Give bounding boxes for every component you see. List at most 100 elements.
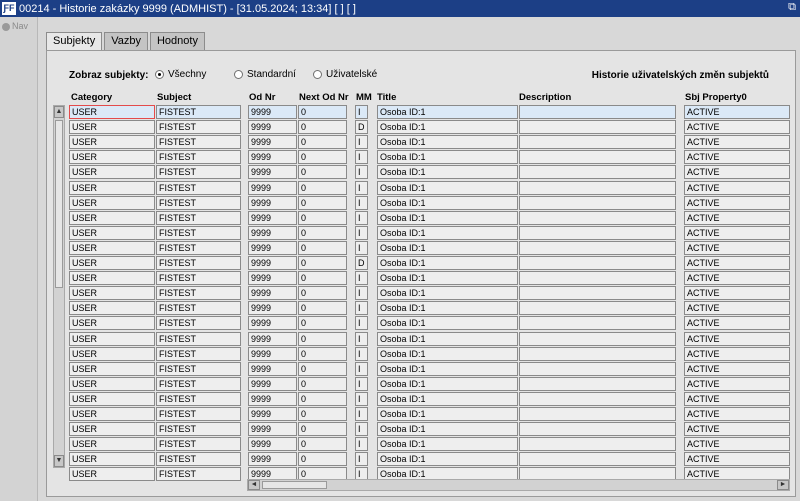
cell-subject[interactable]: FISTEST xyxy=(156,452,241,467)
cell-od-nr[interactable]: 9999 xyxy=(248,376,297,391)
cell-title[interactable]: Osoba ID:1 xyxy=(377,165,518,180)
cell-category[interactable]: USER xyxy=(69,316,155,331)
cell-od-nr[interactable]: 9999 xyxy=(248,195,297,210)
cell-subject[interactable]: FISTEST xyxy=(156,225,241,240)
cell-sbj-property0[interactable]: ACTIVE xyxy=(684,256,790,270)
cell-subject[interactable]: FISTEST xyxy=(156,271,241,286)
cell-category[interactable]: USER xyxy=(69,361,155,376)
cell-category[interactable]: USER xyxy=(69,195,155,210)
cell-description[interactable] xyxy=(519,256,676,270)
cell-description[interactable] xyxy=(519,437,676,452)
cell-category[interactable]: USER xyxy=(69,135,155,150)
cell-description[interactable] xyxy=(519,422,676,437)
cell-title[interactable]: Osoba ID:1 xyxy=(377,437,518,452)
cell-category[interactable]: USER xyxy=(69,467,155,482)
cell-sbj-property0[interactable]: ACTIVE xyxy=(684,180,790,195)
cell-subject[interactable]: FISTEST xyxy=(156,120,241,135)
cell-description[interactable] xyxy=(519,225,676,240)
cell-category[interactable]: USER xyxy=(69,105,155,119)
scroll-right-icon[interactable]: ► xyxy=(777,480,789,490)
filter-option-user[interactable]: Uživatelské xyxy=(313,69,377,80)
cell-next-od-nr[interactable]: 0 xyxy=(298,407,347,421)
cell-subject[interactable]: FISTEST xyxy=(156,105,241,119)
cell-title[interactable]: Osoba ID:1 xyxy=(377,331,518,346)
cell-subject[interactable]: FISTEST xyxy=(156,331,241,346)
cell-title[interactable]: Osoba ID:1 xyxy=(377,225,518,240)
cell-description[interactable] xyxy=(519,240,676,255)
cell-title[interactable]: Osoba ID:1 xyxy=(377,180,518,195)
cell-mm[interactable]: I xyxy=(355,316,368,331)
cell-mm[interactable]: I xyxy=(355,271,368,286)
cell-category[interactable]: USER xyxy=(69,331,155,346)
cell-next-od-nr[interactable]: 0 xyxy=(298,286,347,301)
cell-od-nr[interactable]: 9999 xyxy=(248,316,297,331)
cell-mm[interactable]: I xyxy=(355,361,368,376)
cell-next-od-nr[interactable]: 0 xyxy=(298,180,347,195)
cell-next-od-nr[interactable]: 0 xyxy=(298,165,347,180)
cell-next-od-nr[interactable]: 0 xyxy=(298,225,347,240)
scroll-left-icon[interactable]: ◄ xyxy=(248,480,260,490)
cell-category[interactable]: USER xyxy=(69,165,155,180)
cell-sbj-property0[interactable]: ACTIVE xyxy=(684,391,790,406)
cell-mm[interactable]: I xyxy=(355,165,368,180)
cell-description[interactable] xyxy=(519,271,676,286)
cell-title[interactable]: Osoba ID:1 xyxy=(377,195,518,210)
cell-subject[interactable]: FISTEST xyxy=(156,301,241,316)
cell-od-nr[interactable]: 9999 xyxy=(248,105,297,119)
cell-next-od-nr[interactable]: 0 xyxy=(298,120,347,135)
cell-sbj-property0[interactable]: ACTIVE xyxy=(684,120,790,135)
cell-description[interactable] xyxy=(519,286,676,301)
cell-od-nr[interactable]: 9999 xyxy=(248,361,297,376)
cell-subject[interactable]: FISTEST xyxy=(156,407,241,421)
cell-od-nr[interactable]: 9999 xyxy=(248,210,297,225)
cell-description[interactable] xyxy=(519,120,676,135)
cell-mm[interactable]: I xyxy=(355,105,368,119)
cell-od-nr[interactable]: 9999 xyxy=(248,391,297,406)
cell-title[interactable]: Osoba ID:1 xyxy=(377,346,518,361)
cell-sbj-property0[interactable]: ACTIVE xyxy=(684,195,790,210)
cell-subject[interactable]: FISTEST xyxy=(156,437,241,452)
cell-mm[interactable]: I xyxy=(355,180,368,195)
cell-sbj-property0[interactable]: ACTIVE xyxy=(684,407,790,421)
cell-mm[interactable]: I xyxy=(355,135,368,150)
cell-description[interactable] xyxy=(519,361,676,376)
cell-category[interactable]: USER xyxy=(69,407,155,421)
cell-description[interactable] xyxy=(519,195,676,210)
cell-title[interactable]: Osoba ID:1 xyxy=(377,376,518,391)
cell-next-od-nr[interactable]: 0 xyxy=(298,301,347,316)
cell-title[interactable]: Osoba ID:1 xyxy=(377,135,518,150)
cell-title[interactable]: Osoba ID:1 xyxy=(377,301,518,316)
horizontal-scrollbar[interactable]: ◄ ► xyxy=(247,479,790,491)
cell-description[interactable] xyxy=(519,150,676,165)
cell-od-nr[interactable]: 9999 xyxy=(248,240,297,255)
cell-next-od-nr[interactable]: 0 xyxy=(298,240,347,255)
cell-category[interactable]: USER xyxy=(69,376,155,391)
cell-od-nr[interactable]: 9999 xyxy=(248,180,297,195)
cell-od-nr[interactable]: 9999 xyxy=(248,150,297,165)
cell-title[interactable]: Osoba ID:1 xyxy=(377,105,518,119)
cell-title[interactable]: Osoba ID:1 xyxy=(377,316,518,331)
cell-description[interactable] xyxy=(519,301,676,316)
cell-next-od-nr[interactable]: 0 xyxy=(298,391,347,406)
cell-category[interactable]: USER xyxy=(69,301,155,316)
cell-category[interactable]: USER xyxy=(69,391,155,406)
cell-mm[interactable]: D xyxy=(355,120,368,135)
cell-category[interactable]: USER xyxy=(69,256,155,270)
cell-sbj-property0[interactable]: ACTIVE xyxy=(684,346,790,361)
cell-category[interactable]: USER xyxy=(69,150,155,165)
horizontal-scroll-thumb[interactable] xyxy=(262,481,327,489)
cell-subject[interactable]: FISTEST xyxy=(156,150,241,165)
cell-od-nr[interactable]: 9999 xyxy=(248,437,297,452)
cell-subject[interactable]: FISTEST xyxy=(156,210,241,225)
cell-title[interactable]: Osoba ID:1 xyxy=(377,271,518,286)
cell-description[interactable] xyxy=(519,376,676,391)
cell-sbj-property0[interactable]: ACTIVE xyxy=(684,437,790,452)
cell-title[interactable]: Osoba ID:1 xyxy=(377,150,518,165)
cell-next-od-nr[interactable]: 0 xyxy=(298,361,347,376)
cell-mm[interactable]: I xyxy=(355,195,368,210)
cell-sbj-property0[interactable]: ACTIVE xyxy=(684,286,790,301)
cell-mm[interactable]: I xyxy=(355,286,368,301)
cell-mm[interactable]: I xyxy=(355,407,368,421)
cell-title[interactable]: Osoba ID:1 xyxy=(377,452,518,467)
cell-sbj-property0[interactable]: ACTIVE xyxy=(684,376,790,391)
